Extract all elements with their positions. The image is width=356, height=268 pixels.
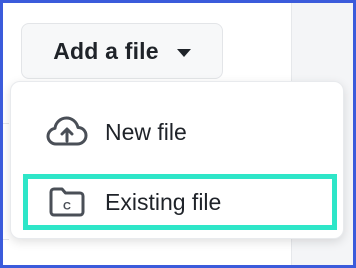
add-file-dropdown-menu: New file C Existing file	[10, 81, 344, 239]
menu-item-existing-file[interactable]: C Existing file	[23, 174, 337, 230]
menu-item-label: New file	[105, 118, 187, 145]
cloud-upload-icon	[45, 114, 89, 150]
add-file-button[interactable]: Add a file	[21, 23, 223, 79]
folder-icon: C	[45, 184, 89, 220]
background-row-line	[3, 239, 9, 240]
menu-item-label: Existing file	[105, 188, 222, 215]
background-row-line	[3, 123, 9, 124]
caret-down-icon	[176, 48, 191, 57]
menu-item-new-file[interactable]: New file	[25, 106, 333, 158]
add-file-button-label: Add a file	[53, 37, 159, 64]
folder-badge-letter: C	[63, 201, 71, 213]
screenshot-frame: Add a file New file C Existing file	[0, 0, 356, 268]
